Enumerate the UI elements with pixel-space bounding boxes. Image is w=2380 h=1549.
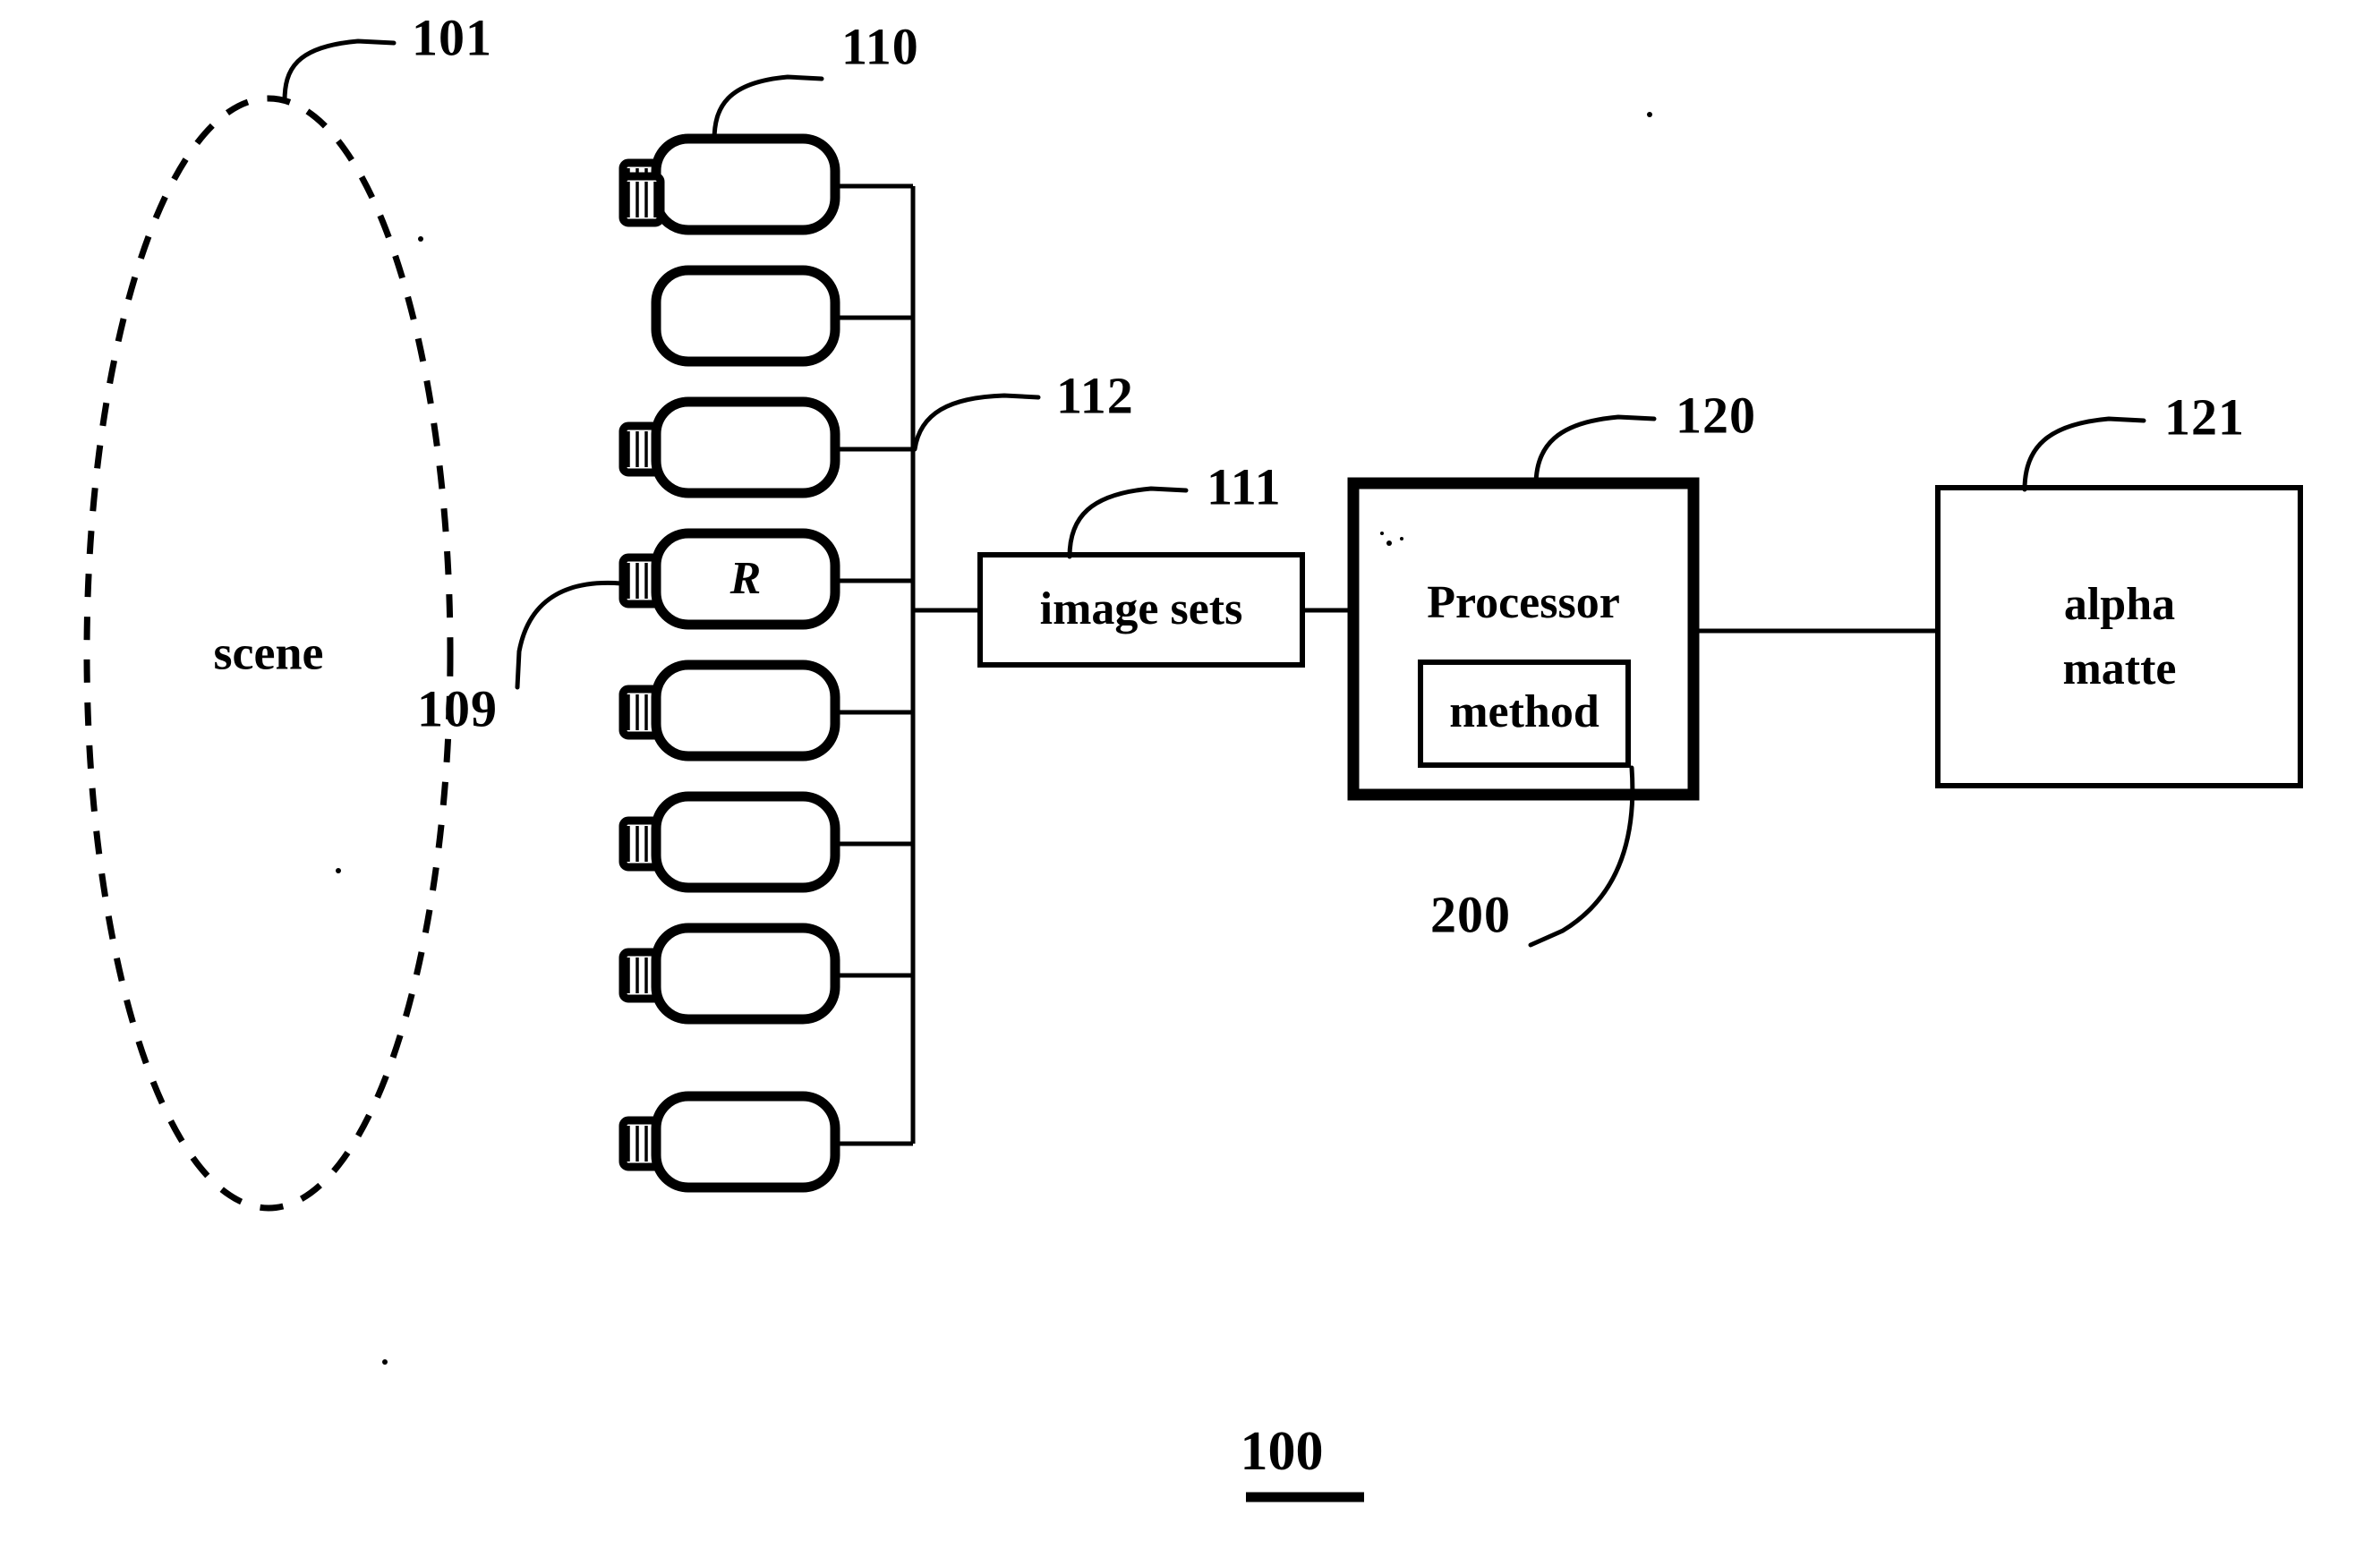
camera-item[interactable] [618, 923, 913, 1025]
ref-111: 111 [1207, 457, 1282, 515]
camera-item-reference[interactable]: R [618, 528, 913, 630]
ref-110: 110 [841, 17, 919, 75]
camera-body [651, 923, 840, 1025]
camera-body [651, 133, 840, 235]
camera-item[interactable] [618, 791, 913, 893]
figure-number: 100 [1241, 1421, 1324, 1482]
ref-109: 109 [417, 679, 498, 737]
patent-figure: scene 101 R 110 109 112 image sets 111 P… [0, 0, 2380, 1549]
camera-item[interactable] [618, 133, 913, 235]
alpha-matte-box[interactable] [1935, 485, 2303, 788]
ref-121: 121 [2164, 387, 2245, 446]
ref-200: 200 [1430, 885, 1511, 943]
image-sets-label: image sets [1040, 583, 1243, 634]
camera-body [651, 265, 840, 367]
alpha-matte-leader-line [2022, 416, 2146, 492]
reference-camera-label: R [729, 553, 762, 604]
scene-label: scene [214, 626, 324, 679]
image-sets-leader-line [1067, 486, 1189, 559]
camera-body [651, 791, 840, 893]
method-label: method [1449, 686, 1599, 737]
ref-120: 120 [1676, 386, 1756, 444]
processor-group[interactable]: Processor method 120 200 [1347, 386, 1938, 948]
camera-item[interactable] [618, 396, 913, 498]
image-sets-group[interactable]: image sets 111 [913, 457, 1353, 668]
processor-label: Processor [1427, 577, 1620, 628]
camera-body [651, 1091, 840, 1193]
scene-leader-line [282, 38, 397, 104]
figure-canvas: scene 101 R 110 109 112 image sets 111 P… [83, 8, 2303, 1502]
camera-item[interactable] [618, 1091, 913, 1193]
figure-number-group: 100 [1241, 1421, 1364, 1502]
alpha-matte-group[interactable]: alpha matte 121 [1935, 387, 2303, 788]
ref-112: 112 [1056, 366, 1134, 424]
processor-leader-line [1533, 414, 1657, 488]
camera-array-leader-line [712, 74, 824, 143]
bus-leader-line [912, 393, 1041, 452]
alpha-matte-label-line2: matte [2062, 643, 2176, 694]
alpha-matte-label-line1: alpha [2064, 579, 2175, 630]
camera-body [651, 660, 840, 762]
ref-101: 101 [412, 8, 492, 66]
reference-camera-leader-line [515, 580, 624, 690]
camera-item[interactable] [618, 660, 913, 762]
scene-group: scene 101 [83, 8, 492, 1212]
camera-body [651, 396, 840, 498]
